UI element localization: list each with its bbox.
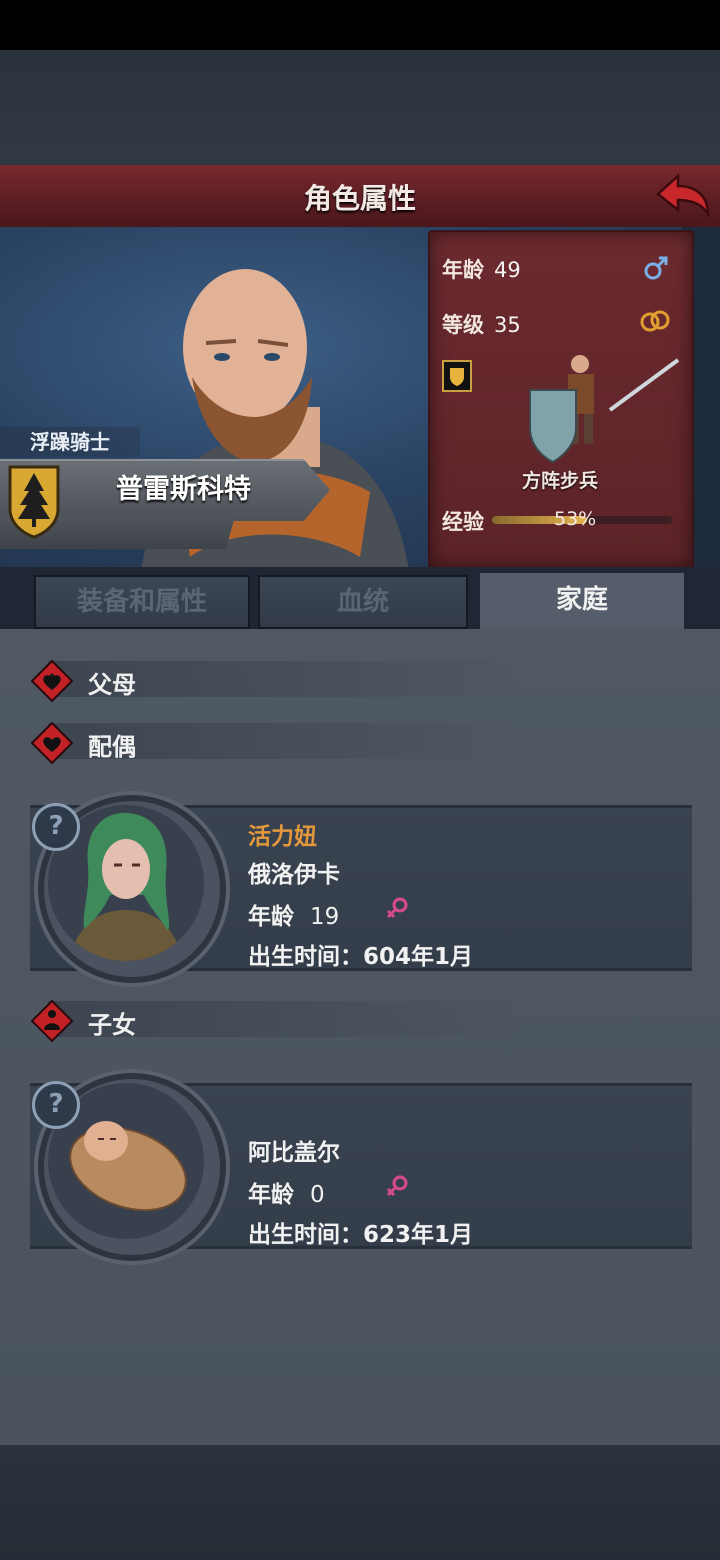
child-name: 阿比盖尔 [248, 1140, 340, 1166]
shield-badge-icon[interactable] [442, 360, 472, 392]
female-symbol-icon [386, 897, 408, 919]
section-spouse[interactable]: 配偶 [30, 721, 720, 765]
child-age-value: 0 [310, 1182, 325, 1208]
male-symbol-icon [644, 256, 668, 280]
age-label: 年龄 [442, 258, 484, 282]
tab-bloodline[interactable]: 血统 [258, 575, 468, 629]
spouse-card[interactable]: ? 活力妞 俄洛伊卡 年龄 19 出生时间：604年1月 [30, 795, 692, 983]
spouse-age-value: 19 [310, 904, 340, 930]
female-symbol-icon [386, 1175, 408, 1197]
tab-equipment[interactable]: 装备和属性 [34, 575, 250, 629]
spouse-trait: 活力妞 [248, 824, 317, 850]
class-title: 浮躁骑士 [0, 427, 140, 457]
background-top [0, 50, 720, 165]
level-label: 等级 [442, 313, 484, 337]
section-spouse-label: 配偶 [88, 733, 136, 761]
unit-name: 方阵步兵 [522, 470, 599, 492]
spouse-age-label: 年龄 [248, 904, 294, 930]
unit-soldier-figure [529, 355, 680, 464]
age-row: 年龄 49 [442, 254, 521, 284]
background-bottom [0, 1445, 720, 1560]
back-arrow-icon[interactable] [652, 170, 712, 222]
xp-percent: 53% [554, 508, 597, 530]
title-bar: 角色属性 [0, 165, 720, 230]
section-children[interactable]: 子女 [30, 999, 720, 1043]
family-content: 父母 配偶 ? 活力妞 俄洛伊卡 年龄 19 出生时间：604年1月 子女 ? … [0, 629, 720, 1445]
age-value: 49 [494, 258, 521, 282]
section-parents[interactable]: 父母 [30, 659, 720, 703]
stats-panel: 年龄 49 等级 35 方阵步兵 经验 53% [428, 230, 694, 569]
tab-bar: 装备和属性 血统 家庭 [0, 567, 720, 635]
child-diamond-icon [30, 999, 74, 1043]
heart-diamond-icon [30, 721, 74, 765]
child-age-label: 年龄 [248, 1182, 294, 1208]
section-children-label: 子女 [88, 1011, 136, 1039]
spouse-name: 俄洛伊卡 [248, 862, 340, 888]
section-parents-label: 父母 [88, 671, 136, 699]
spouse-age: 年龄 19 [248, 897, 339, 931]
tab-family[interactable]: 家庭 [480, 573, 684, 635]
question-icon[interactable]: ? [32, 1081, 80, 1129]
question-icon[interactable]: ? [32, 803, 80, 851]
child-birth: 出生时间：623年1月 [248, 1222, 474, 1248]
child-age: 年龄 0 [248, 1175, 325, 1209]
status-bar [0, 0, 720, 50]
heart-diamond-icon [30, 659, 74, 703]
marriage-ring-icon [640, 310, 670, 332]
level-row: 等级 35 [442, 309, 521, 339]
xp-label: 经验 [442, 510, 484, 534]
character-name: 普雷斯科特 [116, 474, 251, 505]
level-value: 35 [494, 313, 521, 337]
page-title: 角色属性 [303, 182, 416, 215]
spouse-birth: 出生时间：604年1月 [248, 944, 474, 970]
tree-crest-icon [8, 465, 60, 539]
child-card[interactable]: ? 阿比盖尔 年龄 0 出生时间：623年1月 [30, 1073, 692, 1261]
